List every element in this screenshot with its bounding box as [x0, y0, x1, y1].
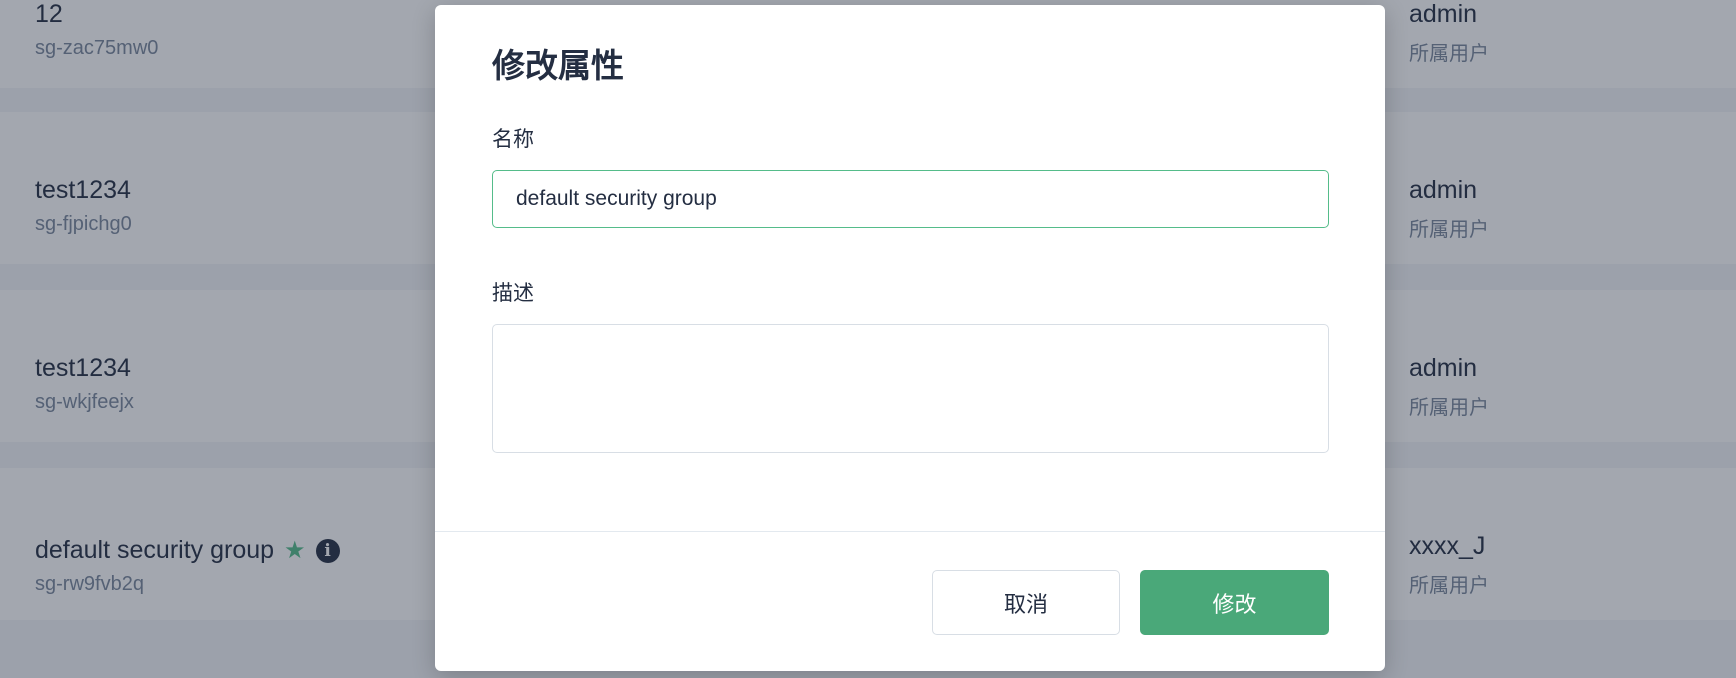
dialog-title: 修改属性 [492, 47, 624, 84]
submit-button[interactable]: 修改 [1140, 570, 1329, 635]
footer-divider [435, 531, 1385, 532]
cancel-button[interactable]: 取消 [932, 570, 1120, 635]
edit-properties-dialog: 修改属性 名称 描述 取消 修改 [435, 5, 1385, 671]
name-input[interactable] [492, 170, 1329, 228]
description-label: 描述 [492, 282, 534, 305]
description-textarea[interactable] [492, 324, 1329, 453]
name-label: 名称 [492, 128, 534, 151]
